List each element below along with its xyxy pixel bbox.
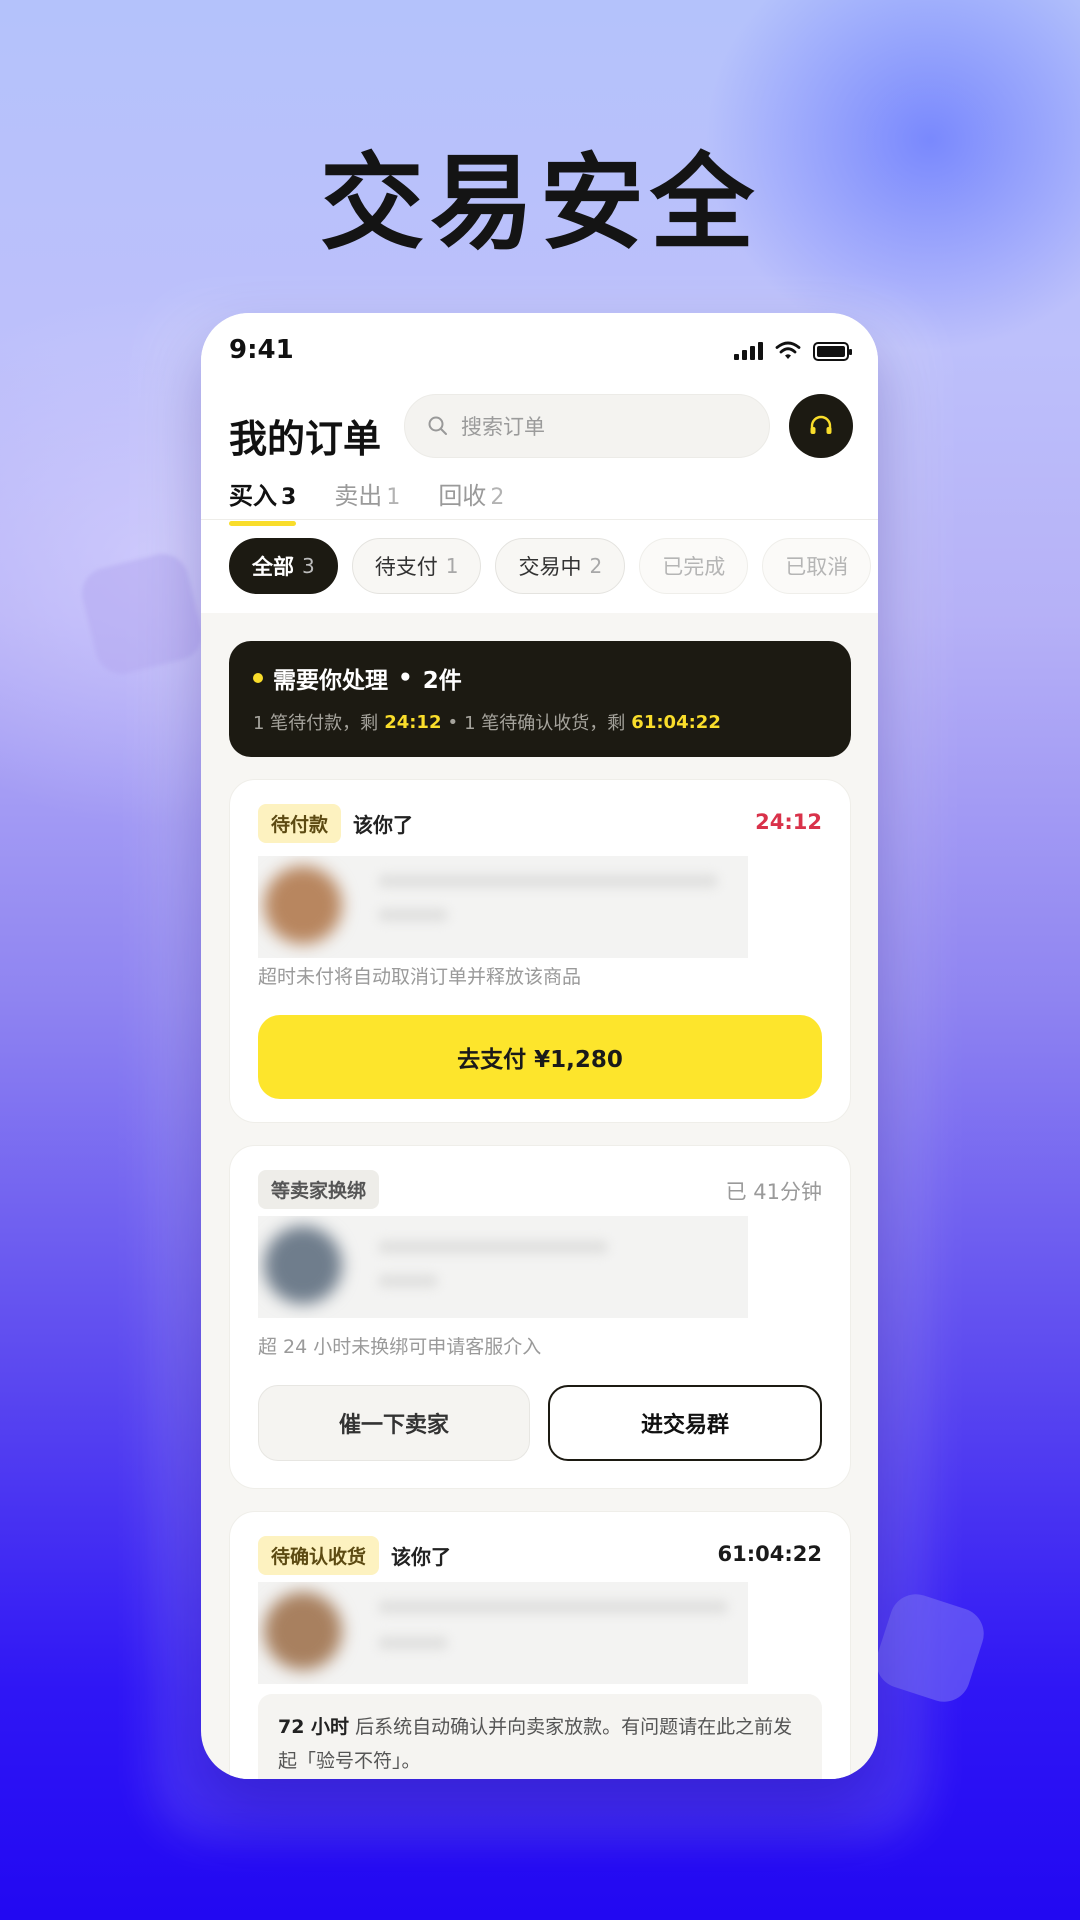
search-placeholder: 搜索订单 — [461, 415, 545, 439]
countdown-timer: 24:12 — [755, 810, 822, 834]
nudge-seller-button[interactable]: 催一下卖家 — [258, 1385, 530, 1461]
order-actions: 催一下卖家 进交易群 — [258, 1385, 822, 1461]
elapsed-time: 已 41分钟 — [725, 1180, 822, 1204]
auto-confirm-notice: 72 小时 后系统自动确认并向卖家放款。有问题请在此之前发起「验号不符」。 — [258, 1694, 822, 1779]
banner-payment-timer: 24:12 — [384, 711, 442, 733]
countdown-timer: 61:04:22 — [717, 1542, 822, 1566]
order-card-header: 待确认收货 该你了 61:04:22 — [258, 1535, 822, 1575]
search-input[interactable]: 搜索订单 — [404, 394, 770, 458]
wifi-icon — [775, 341, 801, 359]
status-filter-chips: 全部 3 待支付 1 交易中 2 已完成 已取消 — [229, 538, 872, 594]
product-image — [264, 1592, 342, 1670]
auto-confirm-duration: 72 小时 — [278, 1716, 350, 1738]
battery-icon — [813, 341, 852, 361]
order-card-awaiting-seller[interactable]: 等卖家换绑 已 41分钟 超 24 小时未换绑可申请客服介入 催一下卖家 进交易… — [229, 1145, 851, 1489]
chip-cancelled[interactable]: 已取消 — [762, 538, 872, 594]
tab-label: 回收 — [438, 482, 487, 510]
product-preview-blurred — [258, 856, 748, 958]
tab-sell[interactable]: 卖出 1 — [334, 473, 400, 523]
banner-title: 需要你处理 — [273, 668, 388, 694]
banner-count: 2件 — [422, 668, 462, 694]
order-hint: 超时未付将自动取消订单并释放该商品 — [258, 966, 582, 988]
banner-payment-text: 1 笔待付款，剩 — [253, 713, 379, 734]
tab-recycle[interactable]: 回收 2 — [438, 473, 504, 523]
product-image — [264, 866, 342, 944]
banner-dot: • — [447, 711, 459, 733]
page-header: 我的订单 搜索订单 — [229, 388, 859, 468]
chip-pending-payment[interactable]: 待支付 1 — [351, 538, 482, 594]
promo-headline: 交易安全 — [319, 142, 760, 264]
product-image — [264, 1226, 342, 1304]
your-turn-label: 该你了 — [391, 1544, 452, 1569]
tab-label: 卖出 — [334, 482, 383, 510]
chip-in-progress[interactable]: 交易中 2 — [495, 538, 626, 594]
order-type-tabs: 买入 3 卖出 1 回收 2 — [229, 473, 504, 533]
order-card-pending-payment[interactable]: 待付款 该你了 24:12 超时未付将自动取消订单并释放该商品 去支付 ¥1,2… — [229, 779, 851, 1123]
pay-button[interactable]: 去支付 ¥1,280 — [258, 1015, 822, 1099]
your-turn-label: 该你了 — [353, 812, 414, 837]
blurred-title-line — [378, 1600, 728, 1614]
tab-count: 3 — [281, 485, 297, 510]
status-time: 9:41 — [229, 335, 294, 365]
chip-completed[interactable]: 已完成 — [639, 538, 749, 594]
blurred-subtitle-line — [378, 1274, 438, 1288]
status-bar: 9:41 — [229, 335, 852, 375]
tab-count: 1 — [386, 485, 401, 510]
status-dot-icon — [253, 673, 263, 683]
blurred-subtitle-line — [378, 908, 448, 922]
action-required-banner[interactable]: 需要你处理 • 2件 1 笔待付款，剩 24:12 • 1 笔待确认收货，剩 6… — [229, 641, 851, 757]
phone-screen: 9:41 我的订单 搜索订单 买入 3 卖出 1 回收 2 全部 3 待支付 1… — [201, 313, 878, 1779]
blurred-title-line — [378, 1240, 608, 1254]
chip-label: 已完成 — [662, 555, 726, 579]
status-badge: 等卖家换绑 — [258, 1169, 380, 1209]
search-icon — [428, 416, 447, 435]
banner-heading: 需要你处理 • 2件 — [253, 661, 827, 695]
order-card-header: 等卖家换绑 已 41分钟 — [258, 1169, 822, 1209]
tabs-divider — [201, 519, 878, 520]
order-card-header: 待付款 该你了 24:12 — [258, 803, 822, 843]
status-badge: 待确认收货 — [258, 1535, 380, 1575]
signal-icon — [734, 342, 763, 360]
chip-label: 全部 — [252, 555, 294, 579]
join-trade-group-button[interactable]: 进交易群 — [548, 1385, 822, 1461]
banner-receipt-text: 1 笔待确认收货，剩 — [464, 713, 626, 734]
banner-separator: • — [398, 665, 413, 691]
banner-details: 1 笔待付款，剩 24:12 • 1 笔待确认收货，剩 61:04:22 — [253, 709, 827, 735]
tab-buy[interactable]: 买入 3 — [229, 473, 297, 526]
tab-label: 买入 — [229, 482, 277, 510]
customer-service-button[interactable] — [789, 394, 853, 458]
chip-label: 已取消 — [785, 555, 849, 579]
page-title: 我的订单 — [229, 417, 382, 461]
status-icons — [734, 341, 852, 361]
chip-label: 交易中 — [518, 555, 582, 579]
order-card-confirm-receipt[interactable]: 待确认收货 该你了 61:04:22 72 小时 后系统自动确认并向卖家放款。有… — [229, 1511, 851, 1779]
auto-confirm-text: 后系统自动确认并向卖家放款。有问题请在此之前发起「验号不符」。 — [278, 1716, 793, 1772]
banner-receipt-timer: 61:04:22 — [631, 711, 721, 733]
product-preview-blurred — [258, 1582, 748, 1684]
blurred-subtitle-line — [378, 1636, 448, 1650]
product-preview-blurred — [258, 1216, 748, 1318]
chip-count: 3 — [302, 554, 315, 578]
headset-icon — [810, 415, 832, 434]
chip-all[interactable]: 全部 3 — [229, 538, 338, 594]
tab-count: 2 — [490, 485, 505, 510]
blurred-title-line — [378, 874, 718, 888]
chip-count: 1 — [445, 554, 459, 578]
order-hint: 超 24 小时未换绑可申请客服介入 — [258, 1336, 542, 1358]
chip-count: 2 — [589, 554, 603, 578]
chip-label: 待支付 — [374, 555, 438, 579]
status-badge: 待付款 — [258, 803, 342, 843]
